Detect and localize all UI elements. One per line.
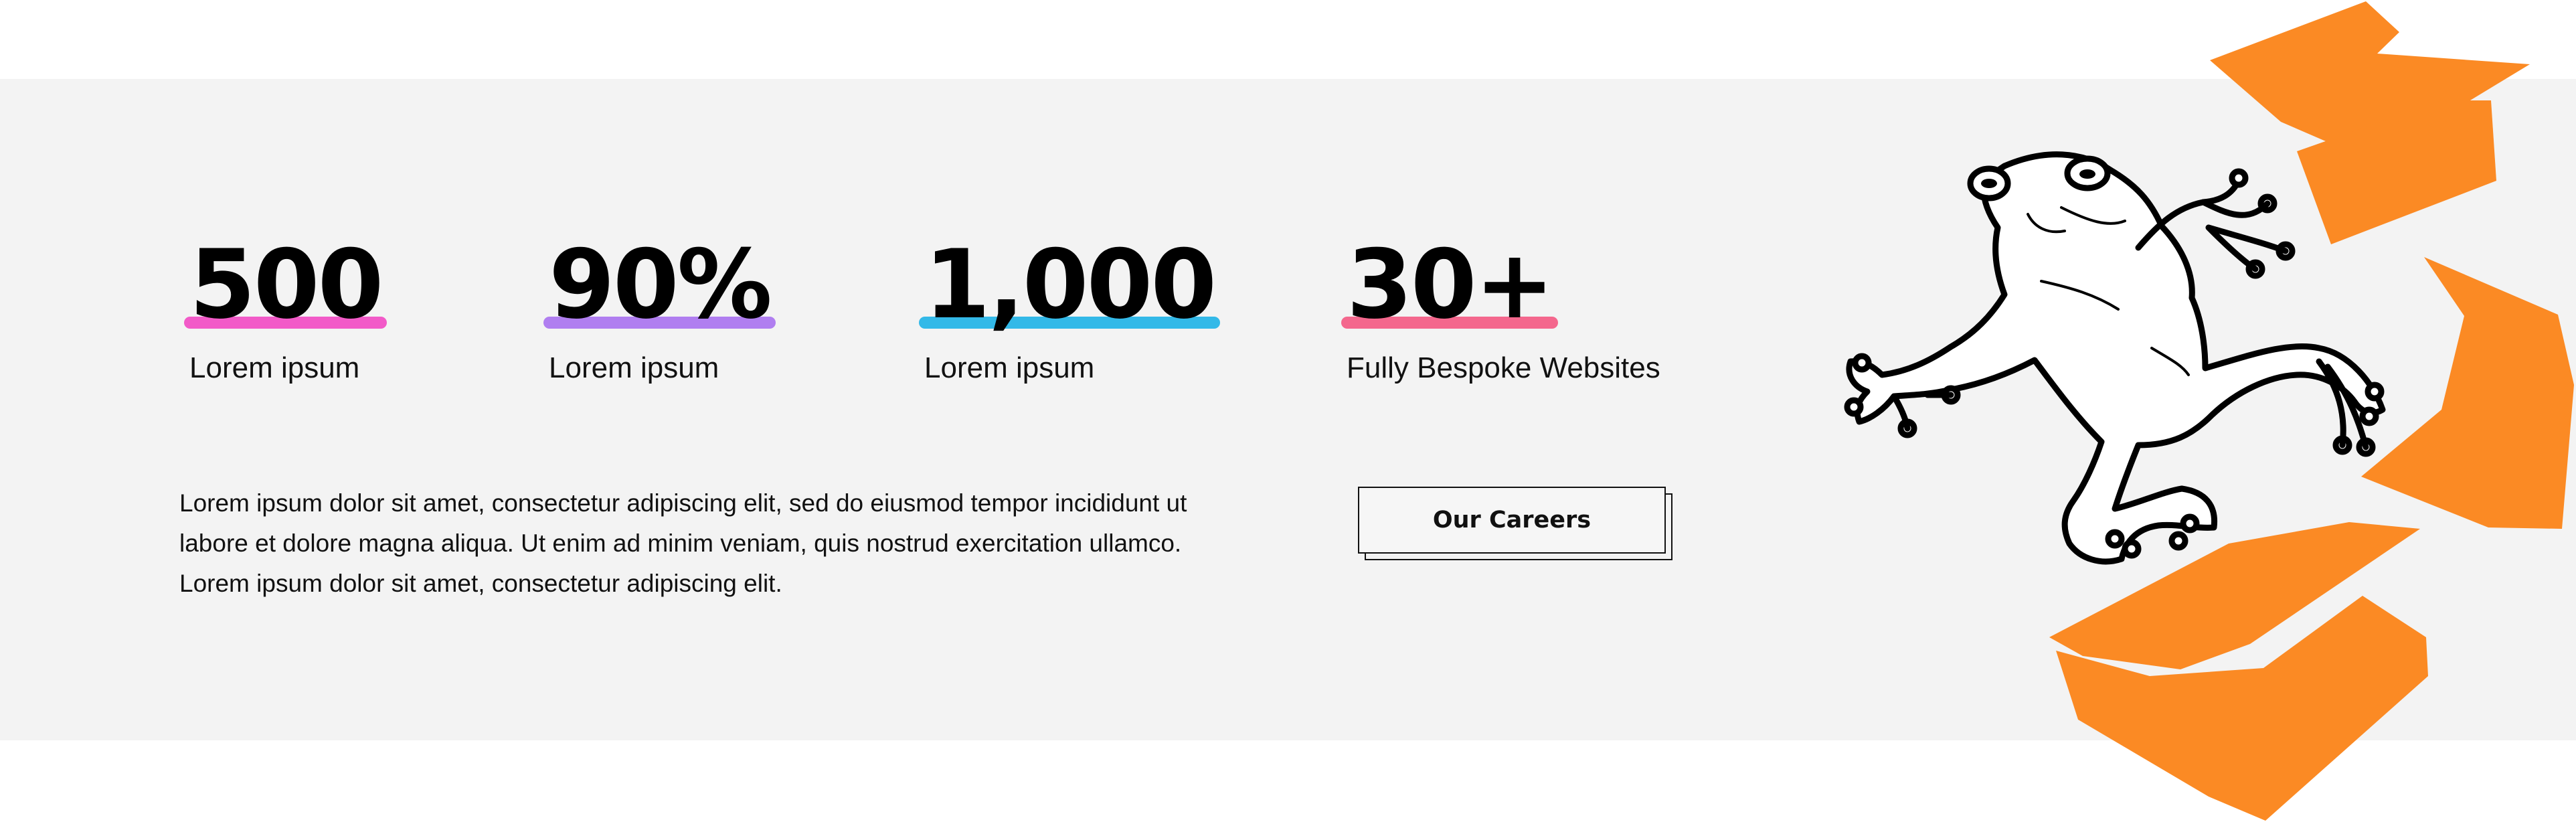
stat-item-2: 90% Lorem ipsum: [543, 238, 776, 385]
stat-label: Fully Bespoke Websites: [1347, 351, 1660, 384]
stat-label: Lorem ipsum: [549, 351, 719, 384]
stat-value: 1,000: [924, 230, 1217, 340]
stat-number: 500: [184, 238, 388, 333]
stat-label: Lorem ipsum: [189, 351, 360, 384]
careers-cta: Our Careers: [1358, 487, 1672, 560]
stats-section: 500 Lorem ipsum 90% Lorem ipsum 1,000 Lo…: [0, 0, 2576, 822]
stat-number: 90%: [543, 238, 776, 333]
section-description: Lorem ipsum dolor sit amet, consectetur …: [179, 489, 1187, 597]
stat-item-4: 30+ Fully Bespoke Websites: [1341, 238, 1660, 385]
stat-value: 500: [189, 230, 383, 340]
stat-number: 30+: [1341, 238, 1558, 333]
stat-item-3: 1,000 Lorem ipsum: [919, 238, 1221, 385]
stat-item-1: 500 Lorem ipsum: [184, 238, 388, 385]
our-careers-button[interactable]: Our Careers: [1358, 487, 1666, 554]
stat-value: 90%: [549, 230, 772, 340]
stats-band: [0, 79, 2576, 740]
stat-number: 1,000: [919, 238, 1221, 333]
stat-value: 30+: [1347, 230, 1555, 340]
stat-label: Lorem ipsum: [924, 351, 1095, 384]
